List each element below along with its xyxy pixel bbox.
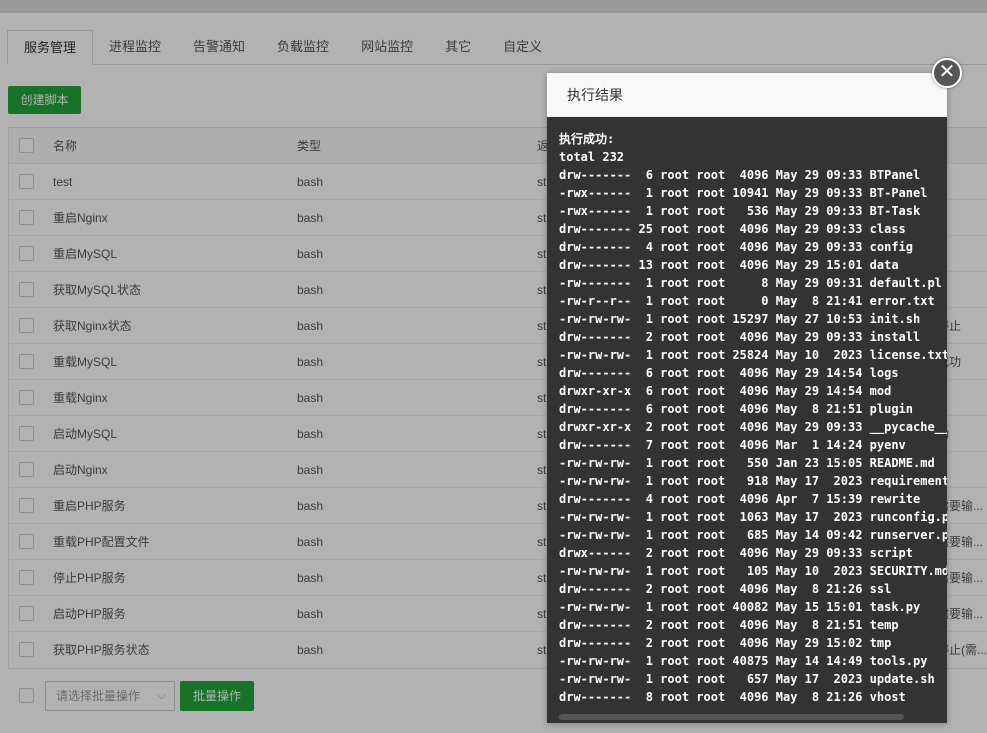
terminal-line: -rw-rw-rw- 1 root root 657 May 17 2023 u…	[559, 672, 935, 686]
terminal-line: -rw-rw-rw- 1 root root 40082 May 15 15:0…	[559, 600, 921, 614]
terminal-output[interactable]: 执行成功: total 232 drw------- 6 root root 409…	[547, 117, 947, 723]
terminal-line: drwxr-xr-x 2 root root 4096 May 29 09:33…	[559, 420, 947, 434]
modal-title: 执行结果	[547, 73, 947, 117]
terminal-line: drw------- 6 root root 4096 May 29 14:54…	[559, 366, 899, 380]
terminal-line: drw------- 13 root root 4096 May 29 15:0…	[559, 258, 899, 272]
terminal-line: drw------- 2 root root 4096 May 29 15:02…	[559, 636, 892, 650]
terminal-line: drwx------ 2 root root 4096 May 29 09:33…	[559, 546, 914, 560]
terminal-line: drwxr-xr-x 6 root root 4096 May 29 14:54…	[559, 384, 892, 398]
terminal-line: drw------- 4 root root 4096 Apr 7 15:39 …	[559, 492, 921, 506]
terminal-line: drw------- 6 root root 4096 May 8 21:51 …	[559, 402, 914, 416]
terminal-line: -rw-rw-rw- 1 root root 1063 May 17 2023 …	[559, 510, 947, 524]
terminal-line: -rw-rw-rw- 1 root root 918 May 17 2023 r…	[559, 474, 947, 488]
terminal-text: 执行成功: total 232 drw------- 6 root root 409…	[559, 130, 947, 706]
horizontal-scrollbar[interactable]	[559, 714, 904, 720]
terminal-line: drw------- 2 root root 4096 May 8 21:51 …	[559, 618, 899, 632]
terminal-line: drw------- 8 root root 4096 May 8 21:26 …	[559, 690, 906, 704]
result-modal: 执行结果 执行成功: total 232 drw------- 6 root roo…	[547, 73, 947, 723]
terminal-line: drw------- 4 root root 4096 May 29 09:33…	[559, 240, 914, 254]
terminal-line: total 232	[559, 150, 625, 164]
terminal-line: drw------- 7 root root 4096 Mar 1 14:24 …	[559, 438, 906, 452]
terminal-line: -rwx------ 1 root root 10941 May 29 09:3…	[559, 186, 928, 200]
terminal-line: -rwx------ 1 root root 536 May 29 09:33 …	[559, 204, 921, 218]
terminal-line: -rw-rw-rw- 1 root root 25824 May 10 2023…	[559, 348, 947, 362]
terminal-line: -rw-rw-rw- 1 root root 550 Jan 23 15:05 …	[559, 456, 935, 470]
terminal-line: drw------- 25 root root 4096 May 29 09:3…	[559, 222, 906, 236]
terminal-line: -rw-rw-rw- 1 root root 685 May 14 09:42 …	[559, 528, 947, 542]
close-icon[interactable]: ✕	[932, 58, 962, 88]
terminal-line: -rw------- 1 root root 8 May 29 09:31 de…	[559, 276, 942, 290]
terminal-line: -rw-r--r-- 1 root root 0 May 8 21:41 err…	[559, 294, 935, 308]
terminal-line: -rw-rw-rw- 1 root root 105 May 10 2023 S…	[559, 564, 947, 578]
terminal-line: -rw-rw-rw- 1 root root 15297 May 27 10:5…	[559, 312, 921, 326]
terminal-line: -rw-rw-rw- 1 root root 40875 May 14 14:4…	[559, 654, 928, 668]
terminal-line: drw------- 2 root root 4096 May 8 21:26 …	[559, 582, 892, 596]
terminal-line: drw------- 2 root root 4096 May 29 09:33…	[559, 330, 921, 344]
terminal-line: drw------- 6 root root 4096 May 29 09:33…	[559, 168, 921, 182]
terminal-line: 执行成功:	[559, 132, 615, 146]
